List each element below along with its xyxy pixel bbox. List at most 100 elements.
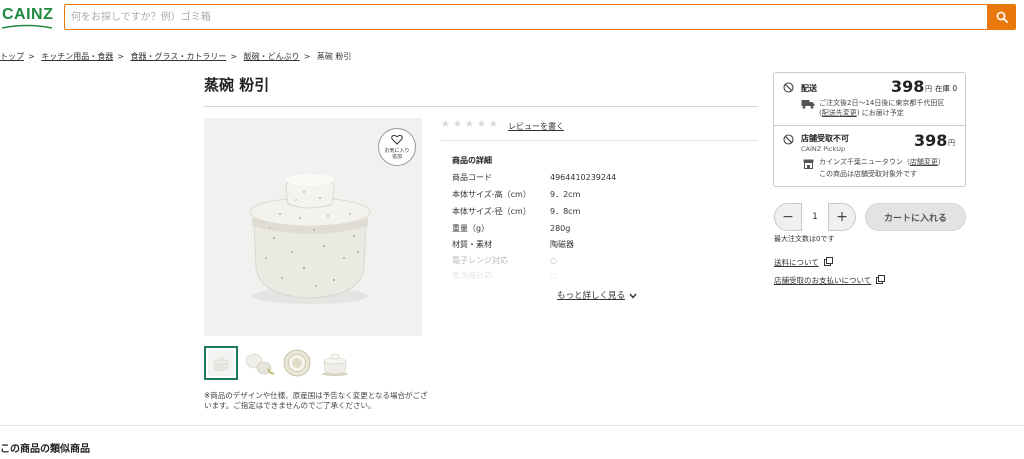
similar-products-heading: この商品の類似商品 bbox=[0, 444, 90, 455]
delivery-estimate: ご注文後2日〜14日後に東京都千代田区 bbox=[819, 99, 945, 107]
spec-row: 食洗機対応 ○ bbox=[452, 270, 557, 281]
delivery-price: 398 bbox=[891, 77, 925, 96]
spec-value: 9．8cm bbox=[550, 207, 581, 216]
spec-value: 陶磁器 bbox=[550, 240, 574, 249]
spec-row: 電子レンジ対応 ○ bbox=[452, 255, 557, 266]
spec-row: 本体サイズ-高（cm） 9．2cm bbox=[452, 189, 580, 200]
star-icon: ★ bbox=[452, 119, 462, 130]
breadcrumb: トップ > キッチン用品・食器 > 食器・グラス・カトラリー > 飯碗・どんぶり > 蒸… bbox=[0, 51, 351, 62]
cainz-logo[interactable]: CAINZ bbox=[2, 6, 53, 24]
external-window-icon bbox=[823, 257, 833, 266]
search-icon bbox=[996, 11, 1008, 23]
rating-stars: ★ ★ ★ ★ ★ bbox=[441, 120, 498, 130]
spec-value: ○ bbox=[550, 256, 557, 265]
spec-key: 電子レンジ対応 bbox=[452, 256, 508, 265]
spec-key: 本体サイズ-径（cm） bbox=[452, 207, 531, 216]
delivery-note-2: にお届け予定 bbox=[861, 109, 904, 117]
favorite-button[interactable]: お気に入り 追加 bbox=[378, 128, 416, 166]
page-title: 蒸碗 粉引 bbox=[204, 76, 270, 94]
star-icon: ★ bbox=[464, 119, 474, 130]
spec-row: 本体サイズ-径（cm） 9．8cm bbox=[452, 206, 580, 217]
detail-heading: 商品の詳細 bbox=[452, 156, 492, 165]
detail-divider bbox=[441, 140, 758, 141]
thumbnail-image bbox=[281, 347, 313, 379]
spec-key: 重量（g） bbox=[452, 224, 490, 233]
store-pickup-label: 店舗受取不可 bbox=[801, 134, 849, 143]
delivery-change-link[interactable]: 配送先変更 bbox=[822, 109, 857, 117]
breadcrumb-tableware[interactable]: 食器・グラス・カトラリー bbox=[131, 52, 227, 61]
shipping-info-label: 送料について bbox=[774, 258, 819, 267]
spec-value: 9．2cm bbox=[550, 190, 581, 199]
store-yen: 円 bbox=[948, 139, 955, 147]
breadcrumb-kitchen[interactable]: キッチン用品・食器 bbox=[41, 52, 113, 61]
delivery-label: 配送 bbox=[801, 84, 817, 93]
thumbnail-image bbox=[208, 350, 234, 376]
search-box[interactable] bbox=[64, 4, 987, 30]
chevron-down-icon bbox=[629, 293, 637, 299]
thumbnail-image bbox=[319, 347, 351, 379]
spec-row: 重量（g） 280g bbox=[452, 223, 570, 234]
store-name: カインズ千葉ニュータウン（ bbox=[819, 158, 910, 166]
breadcrumb-separator: > bbox=[230, 52, 238, 61]
breadcrumb-current: 蒸碗 粉引 bbox=[316, 52, 352, 61]
ban-icon bbox=[783, 82, 794, 93]
spec-value: 280g bbox=[550, 224, 571, 233]
delivery-yen: 円 bbox=[925, 85, 932, 93]
spec-key: 食洗機対応 bbox=[452, 271, 492, 280]
decrement-button[interactable]: − bbox=[775, 203, 801, 231]
add-to-cart-button[interactable]: カートに入れる bbox=[865, 203, 966, 231]
store-name-suffix: ） bbox=[937, 158, 945, 166]
thumbnail-image bbox=[243, 347, 275, 379]
pickup-payment-link[interactable]: 店舗受取のお支払いについて bbox=[774, 275, 886, 286]
breadcrumb-separator: > bbox=[117, 52, 124, 61]
store-note: この商品は店舗受取対象外です bbox=[819, 170, 917, 178]
write-review-link[interactable]: レビューを書く bbox=[508, 121, 564, 132]
store-name-line: カインズ千葉ニュータウン（店舗変更） bbox=[819, 157, 945, 167]
product-disclaimer: ※商品のデザインや仕様、原産国は予告なく変更となる場合がございます。ご指定はでき… bbox=[204, 391, 428, 410]
store-price: 398 bbox=[914, 131, 948, 150]
thumbnail-4[interactable] bbox=[318, 346, 352, 380]
stock-count: 在庫 0 bbox=[935, 84, 958, 93]
truck-icon bbox=[801, 100, 815, 109]
search-input[interactable] bbox=[65, 5, 987, 29]
show-more-label: もっと詳しく見る bbox=[557, 291, 626, 301]
star-icon: ★ bbox=[488, 119, 498, 130]
delivery-change-line: (配送先変更) にお届け予定 bbox=[819, 109, 904, 117]
star-icon: ★ bbox=[441, 119, 450, 130]
spec-key: 商品コード bbox=[452, 173, 492, 182]
breadcrumb-bowls[interactable]: 飯碗・どんぶり bbox=[244, 52, 300, 61]
thumbnail-2[interactable] bbox=[242, 346, 276, 380]
thumbnail-1[interactable] bbox=[204, 346, 238, 380]
breadcrumb-separator: > bbox=[28, 52, 35, 61]
quantity-stepper: − 1 + bbox=[774, 203, 856, 231]
spec-value: ○ bbox=[550, 271, 557, 280]
heart-icon bbox=[391, 134, 403, 145]
ban-icon bbox=[783, 134, 794, 145]
search-button[interactable] bbox=[987, 4, 1016, 30]
thumbnail-3[interactable] bbox=[280, 346, 314, 380]
panel-divider bbox=[773, 125, 966, 126]
store-change-link[interactable]: 店舗変更 bbox=[910, 158, 938, 166]
favorite-label-2: 追加 bbox=[391, 154, 402, 160]
pickup-payment-label: 店舗受取のお支払いについて bbox=[774, 276, 872, 285]
spec-key: 材質・素材 bbox=[452, 240, 492, 249]
show-more-link[interactable]: もっと詳しく見る bbox=[557, 289, 637, 301]
store-pickup-sub: CAINZ PickUp bbox=[801, 145, 846, 153]
store-icon bbox=[803, 159, 814, 169]
star-icon: ★ bbox=[476, 119, 486, 130]
shipping-info-link[interactable]: 送料について bbox=[774, 257, 833, 268]
max-order-text: 最大注文数は0です bbox=[774, 235, 835, 243]
increment-button[interactable]: + bbox=[829, 203, 855, 231]
external-window-icon bbox=[876, 275, 886, 284]
spec-key: 本体サイズ-高（cm） bbox=[452, 190, 531, 199]
spec-row: 材質・素材 陶磁器 bbox=[452, 239, 574, 250]
quantity-value[interactable]: 1 bbox=[801, 203, 829, 231]
spec-row: 商品コード 4964410239244 bbox=[452, 172, 616, 183]
thumbnail-list bbox=[204, 346, 352, 380]
breadcrumb-top[interactable]: トップ bbox=[0, 52, 24, 61]
title-divider bbox=[204, 106, 758, 107]
site-header: CAINZ bbox=[0, 0, 1024, 36]
spec-value: 4964410239244 bbox=[550, 173, 617, 182]
logo-swoosh-icon bbox=[2, 24, 52, 29]
section-divider bbox=[0, 425, 1024, 426]
